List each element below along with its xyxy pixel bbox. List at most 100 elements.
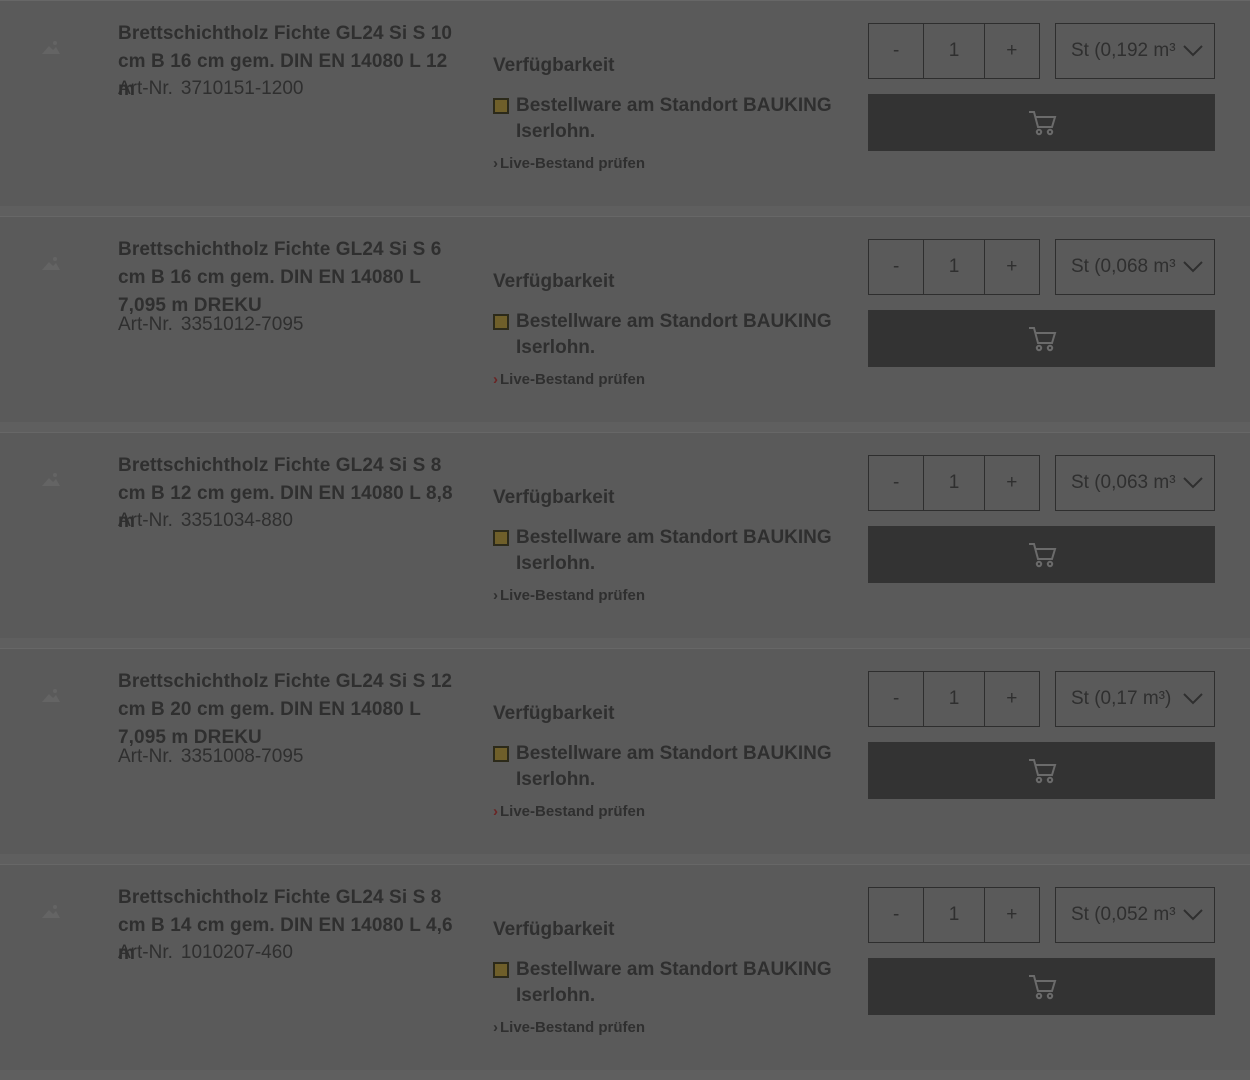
cart-icon bbox=[1028, 974, 1056, 999]
article-number: Art-Nr. 3351008-7095 bbox=[118, 746, 303, 768]
article-number-value: 3710151-1200 bbox=[180, 78, 304, 99]
quantity-stepper: - 1 + bbox=[868, 887, 1040, 943]
quantity-stepper: - 1 + bbox=[868, 239, 1040, 295]
add-to-cart-button[interactable] bbox=[868, 742, 1215, 799]
live-stock-label: Live-Bestand prüfen bbox=[500, 587, 646, 604]
cart-icon bbox=[1028, 326, 1056, 351]
live-stock-link[interactable]: › Live-Bestand prüfen bbox=[493, 587, 645, 604]
quantity-decrease-button[interactable]: - bbox=[869, 672, 925, 726]
quantity-decrease-button[interactable]: - bbox=[869, 24, 925, 78]
unit-select-value: St (0,063 m³ bbox=[1071, 472, 1176, 493]
availability-heading: Verfügbarkeit bbox=[493, 271, 615, 292]
chevron-down-icon bbox=[1183, 909, 1203, 921]
unit-select[interactable]: St (0,068 m³ bbox=[1055, 239, 1215, 295]
add-to-cart-button[interactable] bbox=[868, 526, 1215, 583]
article-number-value: 1010207-460 bbox=[180, 942, 293, 963]
live-stock-label: Live-Bestand prüfen bbox=[500, 371, 646, 388]
availability-section: Verfügbarkeit Bestellware am Standort BA… bbox=[493, 487, 843, 605]
article-number-value: 3351012-7095 bbox=[180, 314, 304, 335]
live-stock-label: Live-Bestand prüfen bbox=[500, 1019, 646, 1036]
product-row-4: Brettschichtholz Fichte GL24 Si S 12 cm … bbox=[0, 648, 1250, 854]
product-title[interactable]: Brettschichtholz Fichte GL24 Si S 12 cm … bbox=[118, 668, 463, 752]
chevron-right-icon: › bbox=[493, 803, 498, 820]
availability-status: Bestellware am Standort BAUKING Iserlohn… bbox=[493, 93, 843, 145]
chevron-right-icon: › bbox=[493, 371, 498, 388]
article-number: Art-Nr. 3710151-1200 bbox=[118, 78, 303, 100]
unit-select-value: St (0,17 m³) bbox=[1071, 688, 1172, 709]
article-number-label: Art-Nr. bbox=[118, 942, 173, 963]
chevron-right-icon: › bbox=[493, 587, 498, 604]
quantity-input[interactable]: 1 bbox=[924, 672, 985, 726]
product-image-placeholder-icon[interactable] bbox=[40, 686, 62, 704]
article-number-label: Art-Nr. bbox=[118, 510, 173, 531]
quantity-increase-button[interactable]: + bbox=[985, 888, 1039, 942]
unit-select-value: St (0,192 m³ bbox=[1071, 40, 1176, 61]
quantity-stepper: - 1 + bbox=[868, 23, 1040, 79]
quantity-decrease-button[interactable]: - bbox=[869, 456, 925, 510]
status-square-icon bbox=[493, 314, 509, 330]
availability-status-text: Bestellware am Standort BAUKING Iserlohn… bbox=[516, 527, 832, 574]
availability-section: Verfügbarkeit Bestellware am Standort BA… bbox=[493, 703, 843, 821]
article-number-label: Art-Nr. bbox=[118, 746, 173, 767]
product-row-1: Brettschichtholz Fichte GL24 Si S 10 cm … bbox=[0, 0, 1250, 206]
product-image-placeholder-icon[interactable] bbox=[40, 254, 62, 272]
live-stock-link[interactable]: › Live-Bestand prüfen bbox=[493, 803, 645, 820]
cart-icon bbox=[1028, 542, 1056, 567]
chevron-down-icon bbox=[1183, 261, 1203, 273]
quantity-input[interactable]: 1 bbox=[924, 240, 985, 294]
article-number: Art-Nr. 1010207-460 bbox=[118, 942, 293, 964]
availability-section: Verfügbarkeit Bestellware am Standort BA… bbox=[493, 919, 843, 1037]
status-square-icon bbox=[493, 530, 509, 546]
chevron-right-icon: › bbox=[493, 155, 498, 172]
unit-select-value: St (0,068 m³ bbox=[1071, 256, 1176, 277]
cart-icon bbox=[1028, 110, 1056, 135]
product-title[interactable]: Brettschichtholz Fichte GL24 Si S 6 cm B… bbox=[118, 236, 463, 320]
quantity-input[interactable]: 1 bbox=[924, 24, 985, 78]
live-stock-label: Live-Bestand prüfen bbox=[500, 155, 646, 172]
article-number-label: Art-Nr. bbox=[118, 314, 173, 335]
status-square-icon bbox=[493, 962, 509, 978]
availability-status-text: Bestellware am Standort BAUKING Iserlohn… bbox=[516, 743, 832, 790]
chevron-down-icon bbox=[1183, 477, 1203, 489]
product-image-placeholder-icon[interactable] bbox=[40, 38, 62, 56]
availability-status-text: Bestellware am Standort BAUKING Iserlohn… bbox=[516, 959, 832, 1006]
status-square-icon bbox=[493, 746, 509, 762]
availability-section: Verfügbarkeit Bestellware am Standort BA… bbox=[493, 55, 843, 173]
availability-section: Verfügbarkeit Bestellware am Standort BA… bbox=[493, 271, 843, 389]
quantity-increase-button[interactable]: + bbox=[985, 672, 1039, 726]
add-to-cart-button[interactable] bbox=[868, 958, 1215, 1015]
add-to-cart-button[interactable] bbox=[868, 94, 1215, 151]
availability-status: Bestellware am Standort BAUKING Iserlohn… bbox=[493, 741, 843, 793]
unit-select[interactable]: St (0,063 m³ bbox=[1055, 455, 1215, 511]
live-stock-link[interactable]: › Live-Bestand prüfen bbox=[493, 371, 645, 388]
quantity-input[interactable]: 1 bbox=[924, 456, 985, 510]
product-list: Brettschichtholz Fichte GL24 Si S 10 cm … bbox=[0, 0, 1250, 1070]
article-number-label: Art-Nr. bbox=[118, 78, 173, 99]
product-image-placeholder-icon[interactable] bbox=[40, 470, 62, 488]
availability-status-text: Bestellware am Standort BAUKING Iserlohn… bbox=[516, 311, 832, 358]
add-to-cart-button[interactable] bbox=[868, 310, 1215, 367]
unit-select[interactable]: St (0,052 m³ bbox=[1055, 887, 1215, 943]
quantity-increase-button[interactable]: + bbox=[985, 456, 1039, 510]
unit-select-value: St (0,052 m³ bbox=[1071, 904, 1176, 925]
quantity-input[interactable]: 1 bbox=[924, 888, 985, 942]
unit-select[interactable]: St (0,17 m³) bbox=[1055, 671, 1215, 727]
quantity-stepper: - 1 + bbox=[868, 455, 1040, 511]
quantity-increase-button[interactable]: + bbox=[985, 24, 1039, 78]
product-row-5: Brettschichtholz Fichte GL24 Si S 8 cm B… bbox=[0, 864, 1250, 1070]
quantity-stepper: - 1 + bbox=[868, 671, 1040, 727]
quantity-increase-button[interactable]: + bbox=[985, 240, 1039, 294]
unit-select[interactable]: St (0,192 m³ bbox=[1055, 23, 1215, 79]
quantity-decrease-button[interactable]: - bbox=[869, 240, 925, 294]
availability-status: Bestellware am Standort BAUKING Iserlohn… bbox=[493, 309, 843, 361]
availability-heading: Verfügbarkeit bbox=[493, 55, 615, 76]
live-stock-link[interactable]: › Live-Bestand prüfen bbox=[493, 155, 645, 172]
availability-status: Bestellware am Standort BAUKING Iserlohn… bbox=[493, 957, 843, 1009]
availability-heading: Verfügbarkeit bbox=[493, 703, 615, 724]
availability-status: Bestellware am Standort BAUKING Iserlohn… bbox=[493, 525, 843, 577]
availability-status-text: Bestellware am Standort BAUKING Iserlohn… bbox=[516, 95, 832, 142]
product-image-placeholder-icon[interactable] bbox=[40, 902, 62, 920]
quantity-decrease-button[interactable]: - bbox=[869, 888, 925, 942]
availability-heading: Verfügbarkeit bbox=[493, 919, 615, 940]
live-stock-link[interactable]: › Live-Bestand prüfen bbox=[493, 1019, 645, 1036]
